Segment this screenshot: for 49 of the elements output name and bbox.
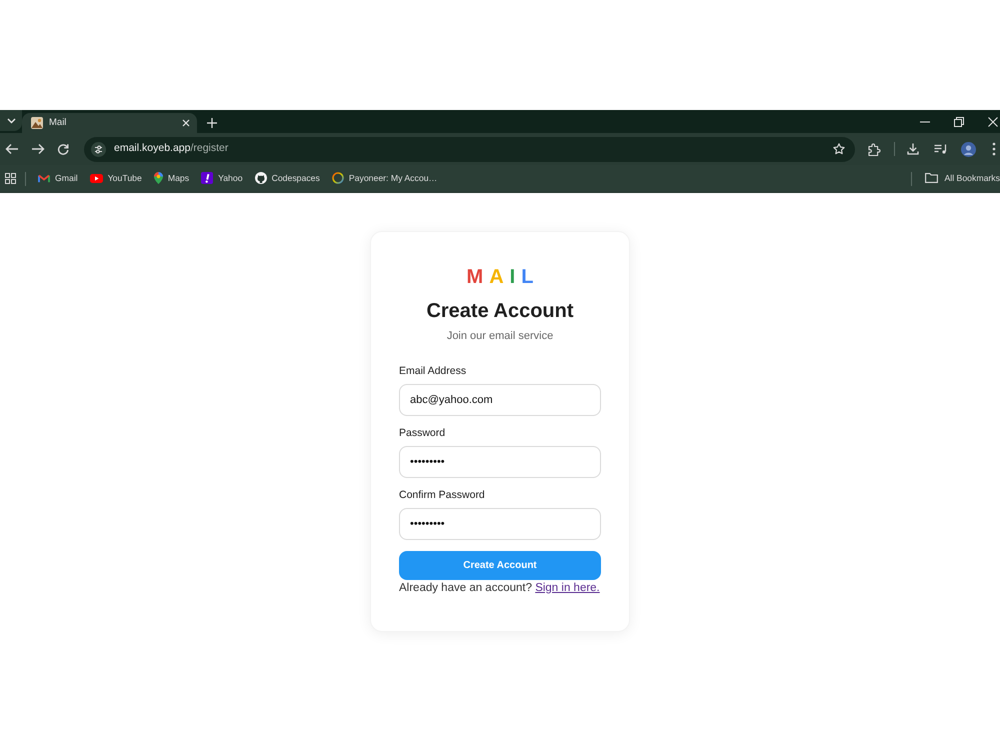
field-label: Email Address xyxy=(399,364,468,379)
bookmark-link[interactable]: Maps xyxy=(154,172,190,186)
logo-letter: I xyxy=(510,265,516,290)
reload-icon[interactable] xyxy=(57,143,69,155)
playlist-icon[interactable] xyxy=(934,144,947,154)
ring-icon xyxy=(332,172,344,184)
back-arrow-icon[interactable] xyxy=(5,143,19,155)
sliders-icon[interactable] xyxy=(91,142,106,156)
exclamation-tile-icon xyxy=(201,172,214,184)
close-icon[interactable] xyxy=(182,119,190,127)
logo-letter: A xyxy=(489,265,504,290)
bookmark-link[interactable]: Codespaces xyxy=(254,172,320,186)
download-icon[interactable] xyxy=(907,143,919,155)
m-logo-icon xyxy=(38,174,50,183)
bookmark-link[interactable]: Gmail xyxy=(38,172,78,186)
folder-icon xyxy=(925,173,938,184)
browser-tab[interactable]: Mail xyxy=(22,113,197,133)
address-bar[interactable]: email.koyeb.app/register xyxy=(84,136,855,162)
sign-in-prompt: Already have an account? Sign in here. xyxy=(399,581,601,596)
cat-icon xyxy=(254,172,267,184)
page-title: Create Account xyxy=(425,299,575,324)
avatar-icon[interactable] xyxy=(961,142,976,156)
grid-icon[interactable] xyxy=(5,173,16,184)
restore-icon[interactable] xyxy=(954,116,964,126)
bookmark-link[interactable]: Payoneer: My Accou… xyxy=(332,172,438,186)
forward-arrow-icon[interactable] xyxy=(31,143,45,155)
chevron-down-icon xyxy=(6,118,16,124)
close-icon[interactable] xyxy=(988,116,998,126)
star-icon[interactable] xyxy=(833,143,845,155)
play-icon xyxy=(90,174,103,183)
sign-in-link[interactable]: Sign in here. xyxy=(535,582,600,594)
image-icon xyxy=(31,117,43,129)
input-field[interactable]: abc@yahoo.com xyxy=(399,384,601,416)
more-menu-icon[interactable] xyxy=(992,142,996,156)
logo-letter: M xyxy=(466,265,484,290)
bookmark-link[interactable]: YouTube xyxy=(90,172,142,186)
puzzle-icon[interactable] xyxy=(868,142,881,156)
tab-search-button[interactable] xyxy=(0,110,22,131)
logo-letter: L xyxy=(521,265,534,290)
field-label: Confirm Password xyxy=(399,488,486,503)
page-subtitle: Join our email service xyxy=(446,329,554,344)
input-field[interactable]: ••••••••• xyxy=(399,508,601,540)
bookmark-link[interactable]: Yahoo xyxy=(201,172,243,186)
plus-icon[interactable] xyxy=(207,118,217,128)
all-bookmarks-link[interactable]: All Bookmarks xyxy=(925,172,1000,186)
field-label: Password xyxy=(399,426,446,441)
map-pin-icon xyxy=(154,172,163,184)
minimize-icon[interactable] xyxy=(920,120,930,122)
input-field[interactable]: ••••••••• xyxy=(399,446,601,478)
